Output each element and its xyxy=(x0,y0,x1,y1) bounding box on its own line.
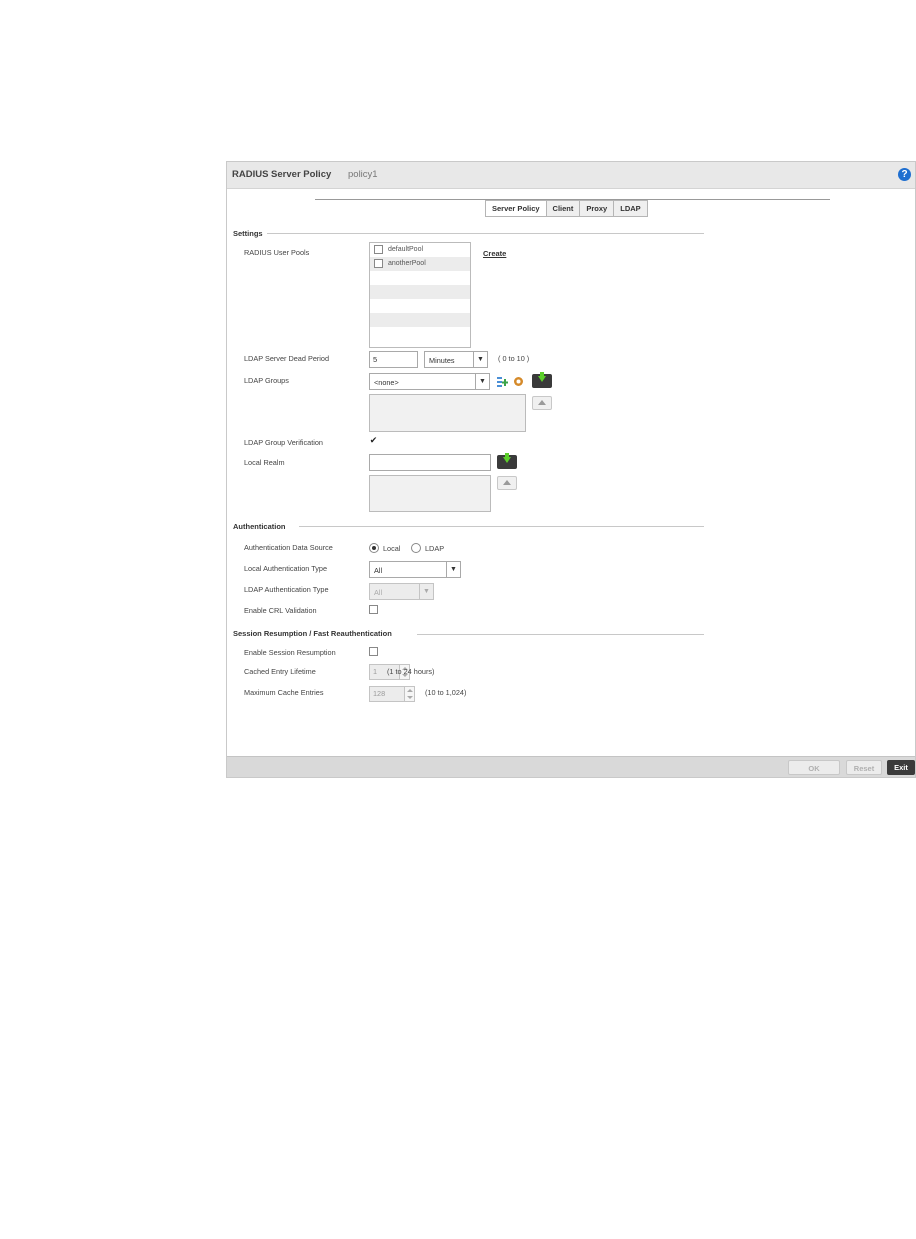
ldap-auth-type-value: All xyxy=(374,588,383,597)
reset-button[interactable]: Reset xyxy=(846,760,882,775)
local-auth-type-value: All xyxy=(374,566,383,575)
authentication-divider xyxy=(299,526,704,527)
window-title: RADIUS Server Policy xyxy=(232,169,332,180)
create-pool-link[interactable]: Create xyxy=(483,249,506,258)
local-realm-list[interactable] xyxy=(369,475,491,512)
settings-divider xyxy=(267,233,704,234)
remove-ldap-group-button[interactable] xyxy=(532,396,552,410)
remove-row-icon xyxy=(538,400,546,405)
ldap-groups-select[interactable]: <none> ▼ xyxy=(369,373,490,390)
add-ldap-group-button[interactable] xyxy=(532,372,552,388)
ldap-auth-type-label: LDAP Authentication Type xyxy=(244,585,329,594)
data-source-ldap-label: LDAP xyxy=(425,544,445,553)
add-row-icon xyxy=(503,453,511,463)
session-resumption-heading: Session Resumption / Fast Reauthenticati… xyxy=(233,629,392,638)
pool-name: defaultPool xyxy=(388,246,424,253)
dead-period-unit-value: Minutes xyxy=(429,356,455,365)
footer-bar: OK Reset Exit xyxy=(227,756,915,777)
max-entries-range-hint: (10 to 1,024) xyxy=(425,688,467,697)
pool-checkbox[interactable] xyxy=(374,259,383,268)
dead-period-input[interactable]: 5 xyxy=(369,351,418,368)
create-icon[interactable] xyxy=(497,376,508,387)
dead-period-unit-select[interactable]: Minutes ▼ xyxy=(424,351,488,368)
remove-realm-button[interactable] xyxy=(497,476,517,490)
authentication-heading: Authentication xyxy=(233,522,286,531)
policy-name: policy1 xyxy=(348,169,378,180)
tab-server-policy[interactable]: Server Policy xyxy=(485,200,547,217)
pool-name: anotherPool xyxy=(388,260,426,267)
exit-button[interactable]: Exit xyxy=(887,760,915,775)
ldap-groups-list[interactable] xyxy=(369,394,526,432)
chevron-down-icon xyxy=(407,696,413,699)
local-auth-type-label: Local Authentication Type xyxy=(244,564,328,573)
title-bar: RADIUS Server Policy policy1 ? xyxy=(227,162,915,189)
tab-ldap[interactable]: LDAP xyxy=(614,200,648,217)
dead-period-range-hint: ( 0 to 10 ) xyxy=(498,354,530,363)
session-divider xyxy=(417,634,704,635)
auth-data-source-label: Authentication Data Source xyxy=(244,543,333,552)
list-item-empty xyxy=(370,313,470,327)
settings-heading: Settings xyxy=(233,229,263,238)
enable-session-resumption-label: Enable Session Resumption xyxy=(244,648,336,657)
local-realm-input[interactable] xyxy=(369,454,491,471)
ldap-groups-value: <none> xyxy=(374,378,399,387)
add-row-icon xyxy=(538,372,546,382)
list-item[interactable]: defaultPool xyxy=(370,243,470,257)
ldap-group-verification-checkbox[interactable]: ✔ xyxy=(369,436,378,445)
data-source-local-label: Local xyxy=(383,544,401,553)
data-source-local-radio[interactable] xyxy=(369,543,379,553)
max-cache-entries-label: Maximum Cache Entries xyxy=(244,688,324,697)
tab-client[interactable]: Client xyxy=(546,200,581,217)
chevron-down-icon: ▼ xyxy=(419,584,433,599)
pool-checkbox[interactable] xyxy=(374,245,383,254)
ldap-dead-period-label: LDAP Server Dead Period xyxy=(244,354,330,363)
list-item-empty xyxy=(370,271,470,285)
tab-proxy[interactable]: Proxy xyxy=(580,200,615,217)
radius-server-policy-window: RADIUS Server Policy policy1 ? Server Po… xyxy=(226,161,916,778)
chevron-up-icon xyxy=(407,689,413,692)
enable-session-resumption-checkbox[interactable] xyxy=(369,647,378,656)
local-realm-label: Local Realm xyxy=(244,458,285,467)
stepper-buttons[interactable] xyxy=(405,686,415,702)
list-item-empty xyxy=(370,285,470,299)
max-cache-entries-stepper[interactable]: 128 xyxy=(369,686,417,702)
crl-validation-checkbox[interactable] xyxy=(369,605,378,614)
data-source-ldap-radio[interactable] xyxy=(411,543,421,553)
tab-bar: Server Policy Client Proxy LDAP xyxy=(485,200,648,217)
list-item[interactable]: anotherPool xyxy=(370,257,470,271)
help-icon[interactable]: ? xyxy=(898,168,911,181)
radius-user-pools-label: RADIUS User Pools xyxy=(244,248,310,257)
user-pools-list[interactable]: defaultPool anotherPool xyxy=(369,242,471,348)
chevron-down-icon: ▼ xyxy=(446,562,460,577)
edit-icon[interactable] xyxy=(513,376,524,387)
crl-validation-label: Enable CRL Validation xyxy=(244,606,317,615)
ldap-group-verification-label: LDAP Group Verification xyxy=(244,438,323,447)
ldap-auth-type-select[interactable]: All ▼ xyxy=(369,583,434,600)
local-auth-type-select[interactable]: All ▼ xyxy=(369,561,461,578)
ldap-groups-label: LDAP Groups xyxy=(244,376,289,385)
cached-entry-lifetime-label: Cached Entry Lifetime xyxy=(244,667,316,676)
chevron-down-icon: ▼ xyxy=(473,352,487,367)
ok-button[interactable]: OK xyxy=(788,760,840,775)
list-item-empty xyxy=(370,299,470,313)
lifetime-range-hint: (1 to 24 hours) xyxy=(387,667,435,676)
chevron-down-icon: ▼ xyxy=(475,374,489,389)
add-realm-button[interactable] xyxy=(497,453,517,469)
list-item-empty xyxy=(370,327,470,341)
remove-row-icon xyxy=(503,480,511,485)
max-cache-entries-value[interactable]: 128 xyxy=(369,686,405,702)
